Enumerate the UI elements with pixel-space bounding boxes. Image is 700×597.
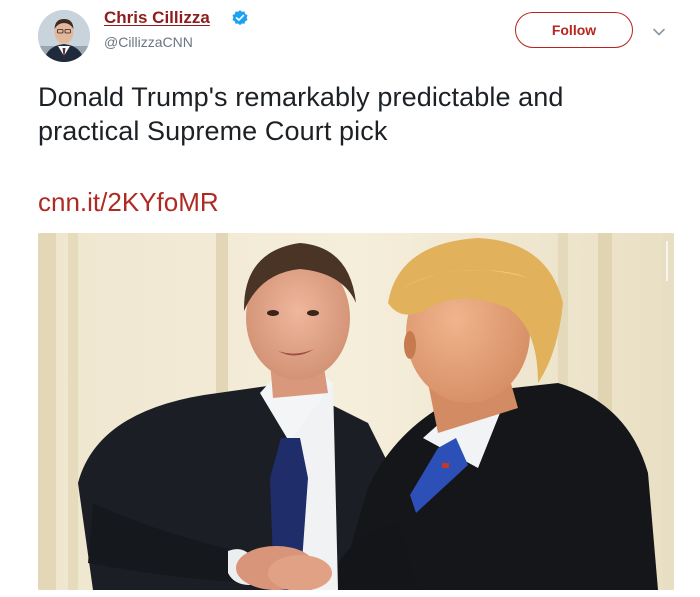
tweet-link[interactable]: cnn.it/2KYfoMR bbox=[38, 187, 219, 218]
author-avatar[interactable] bbox=[38, 10, 90, 62]
verified-badge-icon bbox=[232, 10, 248, 26]
tweet-photo[interactable] bbox=[38, 233, 674, 590]
author-name[interactable]: Chris Cillizza bbox=[104, 8, 210, 28]
tweet-text: Donald Trump's remarkably predictable an… bbox=[38, 82, 564, 146]
follow-button[interactable]: Follow bbox=[515, 12, 633, 48]
chevron-down-icon[interactable] bbox=[650, 23, 668, 41]
author-handle[interactable]: @CillizzaCNN bbox=[104, 34, 193, 50]
